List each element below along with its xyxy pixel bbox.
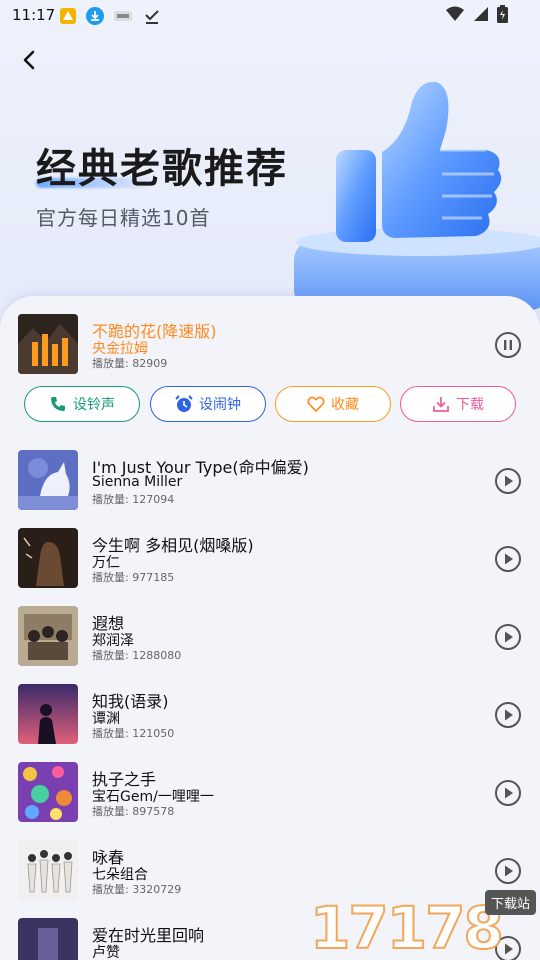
- download-icon: [433, 397, 449, 412]
- app-notification-icon: [60, 8, 76, 24]
- check-notification-icon: [145, 10, 159, 24]
- song-row[interactable]: 执子之手 宝石Gem/一哩哩一 播放量: 897578: [18, 762, 522, 824]
- song-plays: 播放量: 897578: [92, 805, 175, 818]
- song-cover: [18, 762, 78, 822]
- set-alarm-label: 设闹钟: [199, 397, 241, 413]
- song-artist: Sienna Miller: [92, 474, 183, 490]
- song-cover: [18, 684, 78, 744]
- set-alarm-button[interactable]: 设闹钟: [150, 386, 266, 422]
- song-row[interactable]: 遐想 郑润泽 播放量: 1288080: [18, 606, 522, 668]
- download-notification-icon: [86, 7, 104, 25]
- song-row[interactable]: 知我(语录) 谭渊 播放量: 121050: [18, 684, 522, 746]
- now-playing-plays: 播放量: 82909: [92, 357, 168, 370]
- song-cover: [18, 840, 78, 900]
- now-playing-card[interactable]: 不跪的花(降速版) 央金拉姆 播放量: 82909: [18, 314, 522, 376]
- phone-icon: [51, 397, 65, 411]
- status-indicators: [445, 5, 508, 23]
- download-label: 下载: [456, 397, 484, 413]
- song-plays: 播放量: 1288080: [92, 649, 182, 662]
- watermark-badge: 下载站: [484, 890, 536, 915]
- favorite-label: 收藏: [331, 397, 359, 413]
- wifi-icon: [446, 6, 464, 21]
- status-bar: 11:17: [0, 0, 540, 32]
- play-icon[interactable]: [494, 623, 522, 651]
- song-plays: 播放量: 3320729: [92, 883, 182, 896]
- set-ringtone-label: 设铃声: [73, 397, 115, 413]
- signal-icon: [474, 7, 488, 21]
- now-playing-cover: [18, 314, 78, 374]
- song-plays: 播放量: 977185: [92, 571, 175, 584]
- watermark-digits: 17178: [309, 893, 505, 960]
- play-icon[interactable]: [494, 701, 522, 729]
- action-buttons: 设铃声 设闹钟 收藏 下载: [24, 386, 516, 422]
- heart-icon: [307, 396, 325, 413]
- set-ringtone-button[interactable]: 设铃声: [24, 386, 140, 422]
- site-watermark: 17178 下载站: [309, 890, 540, 960]
- song-row[interactable]: I'm Just Your Type(命中偏爱) Sienna Miller 播…: [18, 450, 522, 512]
- song-plays: 播放量: 121050: [92, 727, 175, 740]
- screen: 11:17 经典老歌推荐 官方每日精选10首 不跪的花(降速版) 央金拉姆 播放…: [0, 0, 540, 960]
- play-icon[interactable]: [494, 467, 522, 495]
- media-notification-icon: [114, 11, 132, 21]
- thumbs-up-illustration: [294, 81, 540, 310]
- battery-icon: [497, 5, 508, 23]
- page-subtitle: 官方每日精选10首: [36, 206, 211, 230]
- play-icon[interactable]: [494, 779, 522, 807]
- play-icon[interactable]: [494, 545, 522, 573]
- song-cover: [18, 918, 78, 960]
- song-artist: 卢赞: [92, 945, 120, 960]
- play-icon[interactable]: [494, 857, 522, 885]
- page-title: 经典老歌推荐: [36, 146, 288, 192]
- song-plays: 播放量: 127094: [92, 493, 175, 506]
- back-arrow-icon[interactable]: [16, 46, 44, 74]
- pause-icon[interactable]: [494, 331, 522, 359]
- alarm-clock-icon: [175, 395, 193, 412]
- favorite-button[interactable]: 收藏: [275, 386, 391, 422]
- song-cover: [18, 606, 78, 666]
- song-cover: [18, 450, 78, 510]
- download-button[interactable]: 下载: [400, 386, 516, 422]
- song-row[interactable]: 今生啊 多相见(烟嗓版) 万仁 播放量: 977185: [18, 528, 522, 590]
- song-cover: [18, 528, 78, 588]
- status-time: 11:17: [12, 6, 56, 24]
